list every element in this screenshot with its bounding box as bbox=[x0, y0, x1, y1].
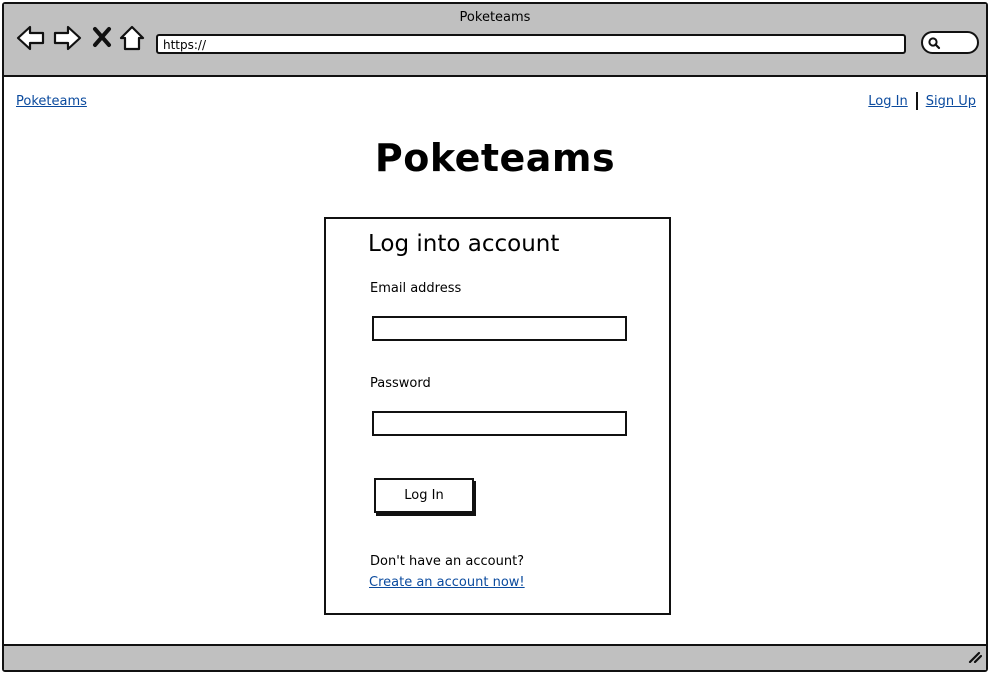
login-card: Log into account Email address Password … bbox=[324, 217, 671, 615]
password-field[interactable] bbox=[372, 411, 627, 436]
create-account-link[interactable]: Create an account now! bbox=[369, 575, 525, 590]
browser-toolbar: Poketeams https:// bbox=[4, 4, 986, 77]
login-nav-link[interactable]: Log In bbox=[868, 94, 907, 109]
home-icon[interactable] bbox=[118, 24, 146, 56]
email-field[interactable] bbox=[372, 316, 627, 341]
close-icon[interactable] bbox=[92, 26, 112, 52]
back-arrow-icon[interactable] bbox=[16, 24, 46, 56]
forward-arrow-icon[interactable] bbox=[52, 24, 82, 56]
resize-grip-icon[interactable] bbox=[968, 648, 983, 667]
browser-window: Poketeams https:// Poketeams Log In Sign… bbox=[2, 2, 988, 672]
address-bar[interactable]: https:// bbox=[156, 34, 906, 54]
status-bar bbox=[4, 644, 986, 670]
auth-nav: Log In Sign Up bbox=[868, 92, 976, 110]
site-home-link[interactable]: Poketeams bbox=[16, 94, 87, 109]
browser-search-button[interactable] bbox=[921, 31, 979, 54]
nav-divider bbox=[915, 92, 918, 110]
password-label: Password bbox=[370, 376, 431, 391]
email-label: Email address bbox=[370, 281, 462, 296]
page-title: Poketeams bbox=[374, 136, 616, 180]
signup-nav-link[interactable]: Sign Up bbox=[926, 94, 976, 109]
window-title: Poketeams bbox=[459, 10, 531, 25]
signup-prompt: Don't have an account? bbox=[370, 554, 525, 569]
url-text: https:// bbox=[163, 38, 207, 52]
login-submit-button[interactable]: Log In bbox=[374, 478, 474, 513]
login-card-title: Log into account bbox=[368, 231, 560, 257]
